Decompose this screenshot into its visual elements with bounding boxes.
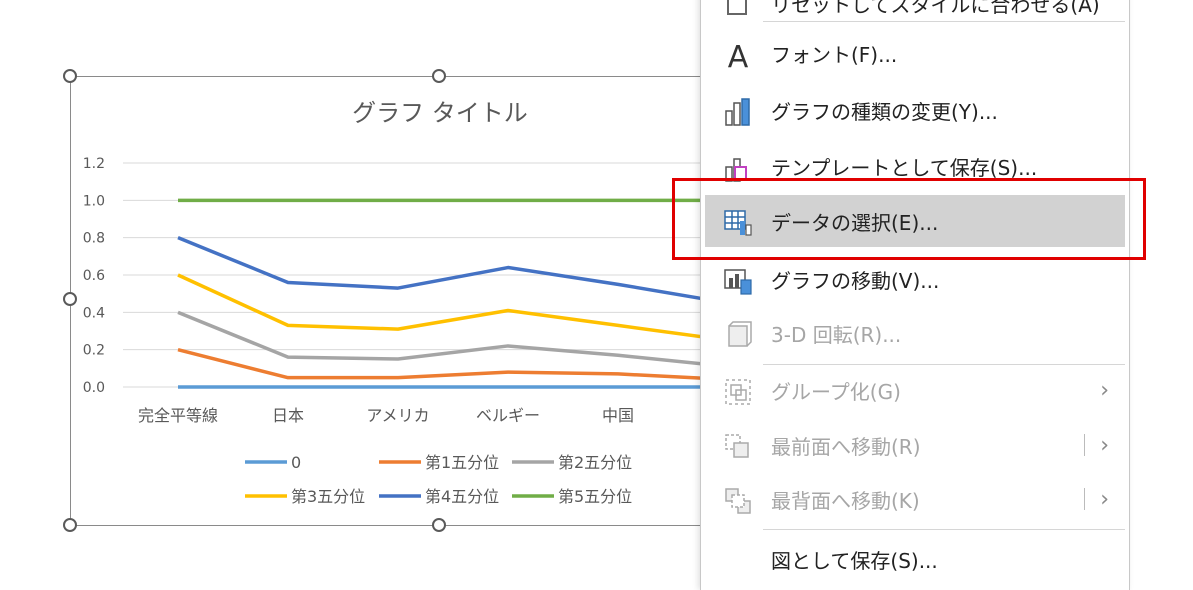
submenu-divider [1084,488,1085,510]
x-tick-label: アメリカ [366,406,429,425]
submenu-arrow-icon: › [1100,377,1109,403]
highlight-annotation-box [672,178,1146,260]
menu-item-save-picture[interactable]: 図として保存(S)... [701,534,1129,584]
y-tick-label: 1.0 [83,193,105,209]
context-menu: リセットしてスタイルに合わせる(A) A フォント(F)... グラフの種類の変… [700,0,1130,590]
legend-label: 第1五分位 [425,453,499,472]
menu-item-label: リセットしてスタイルに合わせる(A) [771,0,1100,17]
x-tick-label: 日本 [272,406,304,425]
chart-area[interactable]: グラフ タイトル 1.2 1.0 0.8 0.6 0.4 0.2 0.0 完全平等線 日本 アメ… [70,76,711,526]
reset-icon [723,0,753,20]
submenu-divider [1084,434,1085,456]
group-icon [723,377,753,407]
menu-separator [763,21,1125,22]
y-tick-label: 0.0 [83,380,105,396]
svg-text:A: A [728,40,749,70]
rotate-3d-icon [723,320,753,350]
menu-item-label: 最前面へ移動(R) [771,434,921,459]
submenu-arrow-icon: › [1100,432,1109,458]
y-tick-label: 0.6 [83,268,105,284]
resize-handle-bottom-middle[interactable] [432,518,446,532]
menu-item-change-chart-type[interactable]: グラフの種類の変更(Y)... [701,85,1129,135]
legend-label: 第5五分位 [558,487,632,506]
menu-item-bring-front: 最前面へ移動(R) › [701,420,1129,470]
menu-item-group: グループ化(G) › [701,365,1129,415]
menu-item-send-back: 最背面へ移動(K) › [701,474,1129,524]
bring-front-icon [723,432,753,462]
resize-handle-top-left[interactable] [63,69,77,83]
y-tick-label: 1.2 [83,156,105,172]
menu-item-font[interactable]: A フォント(F)... [701,28,1129,78]
menu-item-reset-style[interactable]: リセットしてスタイルに合わせる(A) [701,0,1129,28]
menu-item-label: フォント(F)... [771,42,898,67]
chart-title: グラフ タイトル [352,99,528,127]
menu-item-label: グラフの移動(V)... [771,268,940,293]
font-icon: A [723,40,753,75]
series-line[interactable] [177,236,711,303]
y-tick-label: 0.4 [83,305,105,321]
legend-label: 第2五分位 [558,453,632,472]
resize-handle-middle-left[interactable] [63,292,77,306]
x-tick-label: ベルギー [476,406,540,425]
legend-label: 0 [291,453,301,472]
y-tick-label: 0.2 [83,343,105,359]
menu-item-label: グループ化(G) [771,379,901,404]
move-chart-icon [723,266,753,296]
x-tick-label: 完全平等線 [138,406,218,425]
menu-item-3d-rotation: 3-D 回転(R)... [701,308,1129,358]
menu-item-label: 3-D 回転(R)... [771,322,902,347]
menu-item-label: テンプレートとして保存(S)... [771,155,1038,180]
menu-item-label: 図として保存(S)... [771,548,938,573]
resize-handle-bottom-left[interactable] [63,518,77,532]
x-tick-label: 中国 [602,406,634,425]
line-chart: グラフ タイトル 1.2 1.0 0.8 0.6 0.4 0.2 0.0 完全平等線 日本 アメ… [83,99,711,506]
resize-handle-top-middle[interactable] [432,69,446,83]
y-tick-label: 0.8 [83,231,105,247]
legend-label: 第4五分位 [425,487,499,506]
legend-label: 第3五分位 [291,487,365,506]
send-back-icon [723,486,753,516]
menu-item-move-chart[interactable]: グラフの移動(V)... [701,254,1129,304]
menu-item-label: グラフの種類の変更(Y)... [771,99,998,124]
submenu-arrow-icon: › [1100,486,1109,512]
menu-separator [763,529,1125,530]
menu-item-label: 最背面へ移動(K) [771,488,920,513]
chart-type-icon [723,97,753,127]
